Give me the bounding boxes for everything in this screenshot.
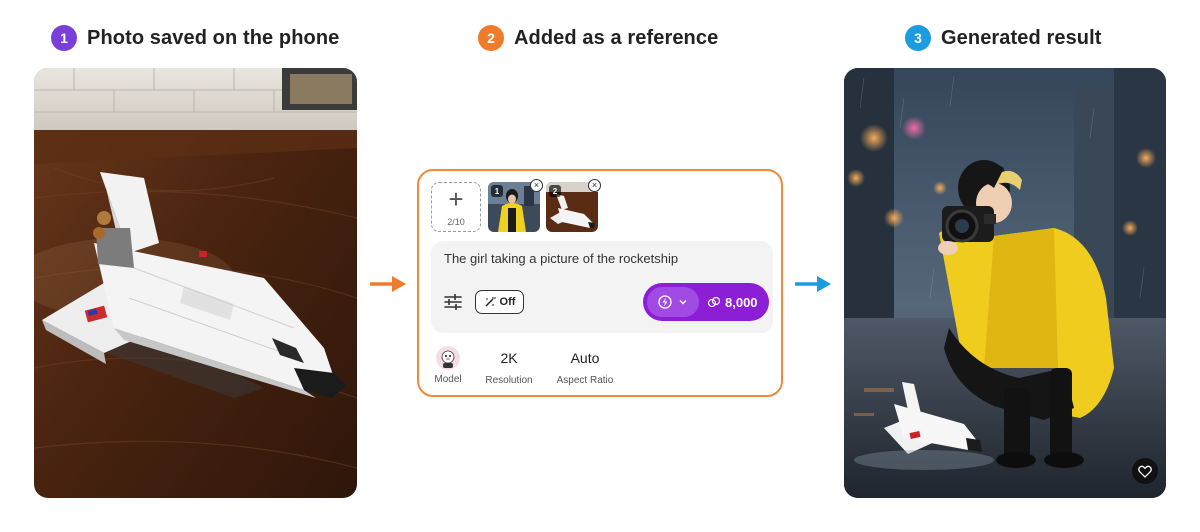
magic-wand-icon — [485, 297, 496, 307]
magic-toggle-button[interactable]: Off — [475, 290, 524, 314]
source-photo — [34, 68, 357, 498]
resolution-value: 2K — [500, 350, 518, 366]
add-reference-button[interactable]: + 2/10 — [431, 182, 481, 232]
step-3-title: Generated result — [941, 26, 1102, 49]
heart-icon — [1138, 465, 1152, 478]
step-3-header: 3 Generated result — [905, 24, 1102, 52]
step-2-number: 2 — [478, 25, 504, 51]
step-1-header: 1 Photo saved on the phone — [51, 24, 339, 52]
close-circle-icon[interactable]: × — [530, 179, 543, 192]
aspect-ratio-label: Aspect Ratio — [556, 375, 614, 386]
thumbnail-index: 1 — [491, 185, 503, 197]
sliders-icon[interactable] — [443, 292, 463, 312]
plus-icon: + — [448, 184, 464, 214]
resolution-label: Resolution — [485, 375, 533, 386]
model-avatar-icon — [436, 346, 460, 370]
generated-image — [844, 68, 1166, 498]
step-3-number: 3 — [905, 25, 931, 51]
resolution-option[interactable]: 2K Resolution — [481, 347, 537, 386]
step-2-title: Added as a reference — [514, 26, 719, 49]
coins-icon — [707, 296, 721, 308]
close-circle-icon[interactable]: × — [588, 179, 601, 192]
prompt-input[interactable]: The girl taking a picture of the rockets… — [431, 241, 773, 333]
arrow-right-icon — [370, 276, 406, 292]
generate-button[interactable]: 8,000 — [643, 283, 769, 321]
credits-value: 8,000 — [725, 294, 758, 310]
thumbnail-index: 2 — [549, 185, 561, 197]
chevron-down-icon — [679, 300, 687, 305]
reference-prompt-panel: + 2/10 1 × 2 × The girl taking a picture… — [417, 169, 783, 397]
arrow-right-icon — [795, 276, 831, 292]
step-1-title: Photo saved on the phone — [87, 26, 340, 49]
credits-cost: 8,000 — [707, 295, 758, 310]
aspect-ratio-value: Auto — [570, 350, 600, 366]
model-label: Model — [434, 374, 462, 385]
model-selector[interactable] — [647, 287, 699, 317]
reference-count: 2/10 — [447, 217, 465, 227]
lightning-icon — [658, 295, 672, 309]
favorite-button[interactable] — [1132, 458, 1158, 484]
magic-toggle-label: Off — [499, 296, 516, 308]
prompt-text[interactable]: The girl taking a picture of the rockets… — [444, 251, 678, 266]
step-2-header: 2 Added as a reference — [478, 24, 718, 52]
step-1-number: 1 — [51, 25, 77, 51]
model-option[interactable]: Model — [431, 346, 465, 385]
aspect-ratio-option[interactable]: Auto Aspect Ratio — [553, 347, 617, 386]
